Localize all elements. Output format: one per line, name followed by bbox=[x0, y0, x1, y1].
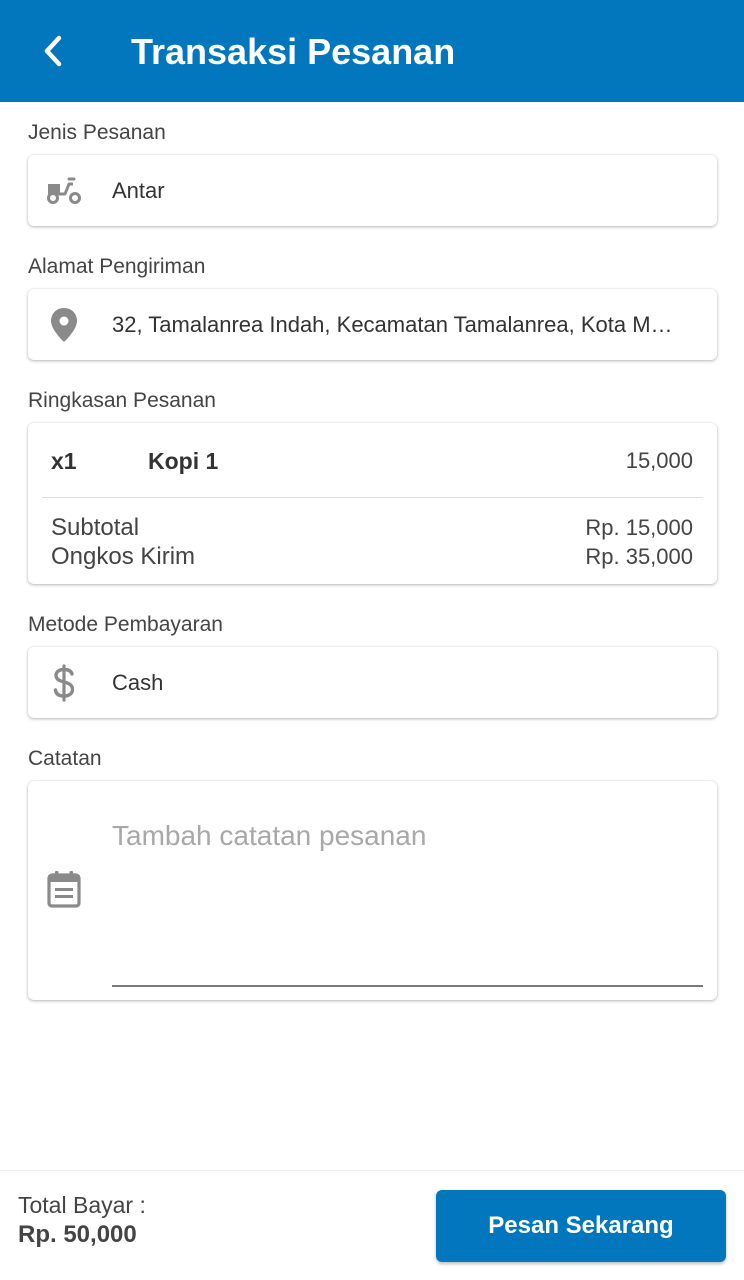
payment-method-field[interactable]: Cash bbox=[28, 647, 717, 718]
scooter-icon bbox=[44, 171, 84, 211]
order-type-value: Antar bbox=[112, 177, 165, 203]
subtotal-value: Rp. 15,000 bbox=[585, 515, 693, 540]
chevron-left-icon bbox=[44, 35, 62, 67]
order-type-field[interactable]: Antar bbox=[28, 155, 717, 226]
payment-method-value: Cash bbox=[112, 669, 164, 695]
order-summary-card: x1 Kopi 1 15,000 Subtotal Rp. 15,000 Ong… bbox=[28, 423, 717, 584]
subtotal-row: Subtotal Rp. 15,000 bbox=[51, 513, 693, 542]
address-value: 32, Tamalanrea Indah, Kecamatan Tamalanr… bbox=[112, 311, 677, 337]
item-price: 15,000 bbox=[625, 448, 693, 473]
checkout-bar: Total Bayar : Rp. 50,000 Pesan Sekarang bbox=[0, 1170, 744, 1280]
address-label: Alamat Pengiriman bbox=[28, 255, 206, 278]
page-title: Transaksi Pesanan bbox=[131, 31, 456, 72]
item-quantity: x1 bbox=[51, 448, 77, 474]
location-pin-icon bbox=[44, 305, 84, 345]
notes-label: Catatan bbox=[28, 747, 102, 770]
order-item-row: x1 Kopi 1 15,000 bbox=[51, 447, 693, 475]
notes-input[interactable] bbox=[112, 819, 703, 987]
summary-divider bbox=[42, 497, 703, 498]
total-label: Total Bayar : bbox=[18, 1192, 146, 1218]
total-value: Rp. 50,000 bbox=[18, 1221, 137, 1248]
shipping-row: Ongkos Kirim Rp. 35,000 bbox=[51, 542, 693, 571]
address-field[interactable]: 32, Tamalanrea Indah, Kecamatan Tamalanr… bbox=[28, 289, 717, 360]
order-type-label: Jenis Pesanan bbox=[28, 121, 166, 144]
back-button[interactable] bbox=[28, 26, 78, 76]
shipping-value: Rp. 35,000 bbox=[585, 544, 693, 569]
notes-calendar-icon bbox=[44, 869, 84, 909]
notes-card bbox=[28, 781, 717, 1000]
shipping-label: Ongkos Kirim bbox=[51, 543, 196, 570]
summary-label: Ringkasan Pesanan bbox=[28, 389, 216, 412]
item-name: Kopi 1 bbox=[148, 448, 219, 474]
dollar-icon bbox=[44, 663, 84, 703]
payment-label: Metode Pembayaran bbox=[28, 613, 223, 636]
subtotal-label: Subtotal bbox=[51, 514, 140, 541]
app-bar: Transaksi Pesanan bbox=[0, 0, 744, 102]
order-now-button[interactable]: Pesan Sekarang bbox=[436, 1190, 726, 1262]
